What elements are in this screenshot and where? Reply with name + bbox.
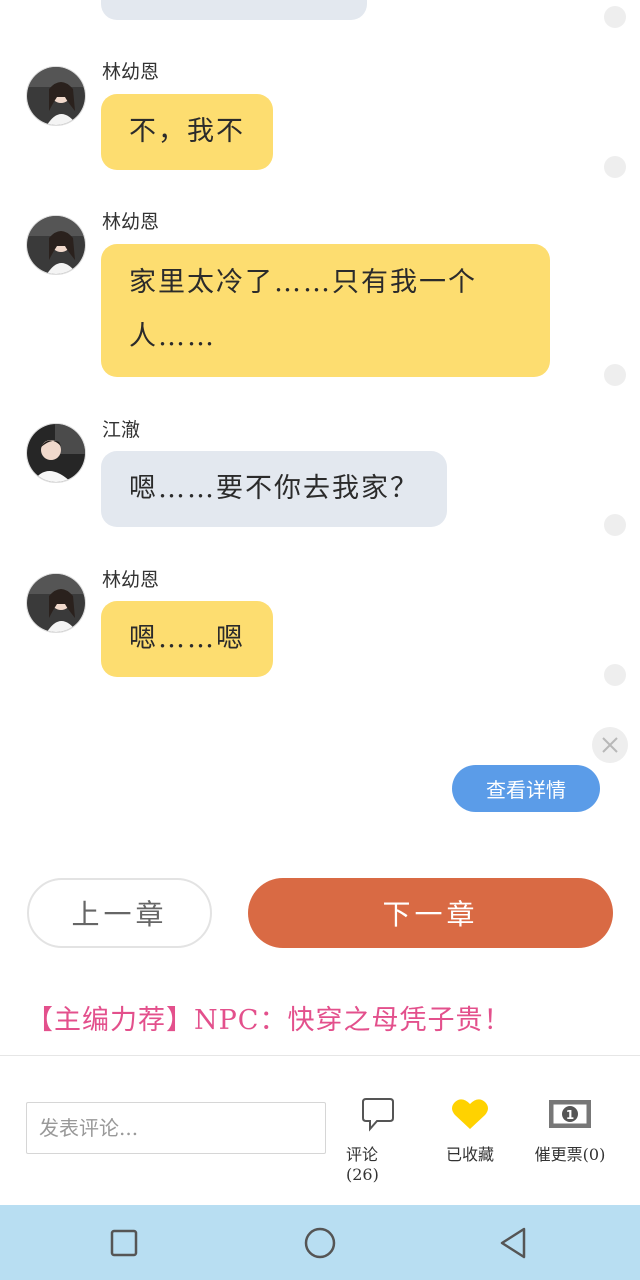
favorite-label: 已收藏 [445,1145,494,1164]
message-bubble: 家里太冷了……只有我一个 人…… [101,244,550,377]
close-icon [602,737,618,753]
comment-input[interactable]: 发表评论... [26,1102,326,1154]
heart-icon [451,1095,489,1133]
sender-name: 江澈 [102,419,141,441]
scroll-dot [604,364,626,386]
message-text-line: 家里太冷了……只有我一个 [129,267,477,298]
avatar[interactable] [26,573,86,633]
close-ad-button[interactable] [592,727,628,763]
svg-text:1: 1 [566,1108,574,1122]
urge-label: 催更票(0) [534,1145,606,1164]
sender-name: 林幼恩 [102,211,160,233]
back-button[interactable] [474,1205,554,1280]
message-bubble: 嗯……嗯 [101,601,273,677]
scroll-dot [604,664,626,686]
scroll-dot [604,156,626,178]
speech-bubble-icon [361,1095,395,1133]
home-button[interactable] [280,1205,360,1280]
scroll-dot [604,514,626,536]
message-text: 嗯……要不你去我家？ [129,473,419,504]
divider [0,1055,640,1056]
previous-chapter-button[interactable]: 上一章 [27,878,212,948]
triangle-back-icon [500,1227,526,1258]
avatar[interactable] [26,66,86,126]
comments-button[interactable]: 评论(26) [346,1095,410,1184]
square-icon [110,1229,138,1256]
scroll-dot [604,6,626,28]
message-bubble: 不，我不 [101,94,273,170]
circle-icon [304,1227,336,1258]
avatar[interactable] [26,423,86,483]
view-details-button[interactable]: 查看详情 [452,765,600,812]
previous-message-bubble [101,0,367,20]
avatar[interactable] [26,215,86,275]
system-navigation-bar [0,1205,640,1280]
message-bubble: 嗯……要不你去我家？ [101,451,447,527]
recent-apps-button[interactable] [84,1205,164,1280]
message-text: 不，我不 [129,116,245,147]
message-text: 嗯……嗯 [129,623,245,654]
favorite-button[interactable]: 已收藏 [440,1095,500,1165]
sender-name: 林幼恩 [102,61,160,83]
message-text-line: 人…… [129,321,216,352]
next-chapter-button[interactable]: 下一章 [248,878,613,948]
comments-label: 评论(26) [346,1145,379,1184]
banknote-icon: 1 [547,1095,593,1133]
urge-update-button[interactable]: 1 催更票(0) [530,1095,610,1165]
sender-name: 林幼恩 [102,569,160,591]
recommended-book-link[interactable]: 【主编力荐】NPC：快穿之母凭子贵！ [26,998,511,1037]
